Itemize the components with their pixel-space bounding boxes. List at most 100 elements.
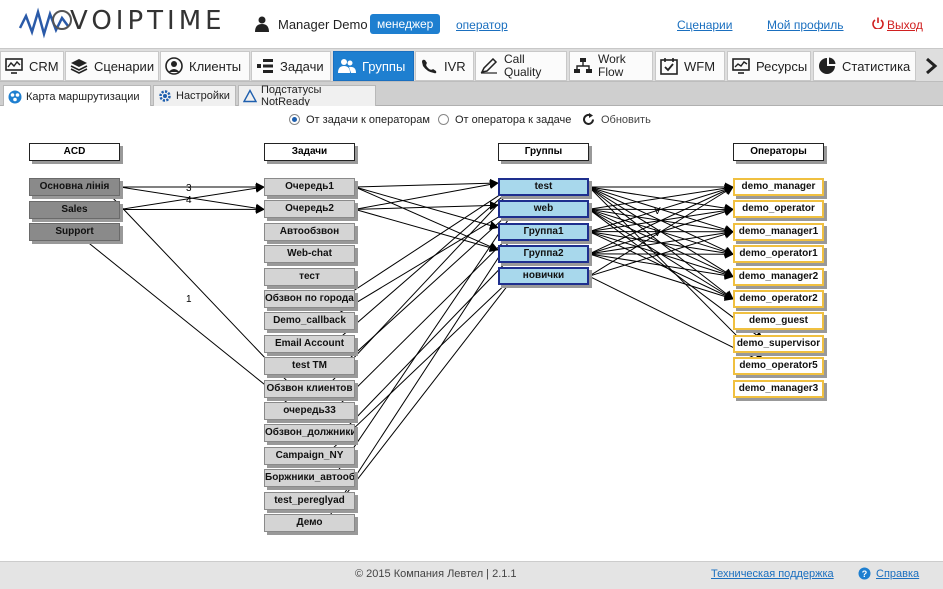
group-icon	[338, 57, 356, 75]
operator-node[interactable]: demo_operator5	[733, 357, 824, 376]
subtab-settings[interactable]: Настройки	[153, 85, 236, 106]
routing-edge	[588, 207, 734, 255]
routing-edge	[588, 231, 734, 258]
radio-operator-to-task[interactable]	[438, 114, 449, 125]
task-node[interactable]: тест	[264, 267, 355, 286]
routing-edge	[354, 178, 499, 188]
tab-tasks[interactable]: Задачи	[251, 51, 331, 81]
task-node[interactable]: Боржники_автообдзвін	[264, 469, 355, 488]
edge-label: V	[654, 228, 661, 239]
operator-node[interactable]: demo_manager2	[733, 267, 824, 286]
routing-edge	[354, 180, 499, 210]
tab-wfm[interactable]: WFM	[655, 51, 725, 81]
svg-text:?: ?	[862, 569, 868, 579]
subtab-label: Настройки	[176, 90, 230, 102]
task-node[interactable]: Campaign_NY	[264, 446, 355, 465]
routing-edge	[588, 208, 734, 300]
tab-call-quality[interactable]: Call Quality	[475, 51, 567, 81]
routing-edge	[332, 226, 519, 412]
direction-options: От задачи к операторам От оператора к за…	[0, 112, 943, 128]
subtab-routing-map[interactable]: Карта маршрутизации	[3, 85, 151, 107]
refresh-icon[interactable]	[582, 113, 595, 126]
tab-work-flow[interactable]: Work Flow	[569, 51, 653, 81]
edge-label: V	[654, 206, 661, 217]
tab-scenarios[interactable]: Сценарии	[65, 51, 159, 81]
task-node[interactable]: Demo_callback	[264, 312, 355, 331]
routing-edge	[588, 231, 734, 300]
tab-crm[interactable]: CRM	[0, 51, 64, 81]
tab-clients[interactable]: Клиенты	[160, 51, 250, 81]
group-node[interactable]: test	[498, 178, 589, 196]
operator-node[interactable]: demo_operator2	[733, 290, 824, 308]
task-node[interactable]: Демо	[264, 514, 355, 532]
routing-edge	[340, 249, 519, 434]
tab-label: Call Quality	[504, 52, 542, 79]
copyright: © 2015 Компания Левтел | 2.1.1	[355, 568, 517, 580]
routing-edge	[588, 253, 734, 301]
tab-label: Work Flow	[598, 52, 626, 79]
task-node[interactable]: test TM	[264, 357, 355, 376]
ivr-icon	[420, 57, 438, 75]
profile-link[interactable]: Мой профиль	[767, 18, 844, 32]
routing-edge	[588, 228, 734, 255]
group-node[interactable]: Группа2	[498, 244, 589, 263]
task-node[interactable]: Обзвон_должники	[264, 424, 355, 443]
task-node[interactable]: test_pereglyad	[264, 491, 355, 510]
app-header: VOIPTIME Manager Demo менеджер оператор …	[0, 0, 943, 48]
operator-node[interactable]: demo_operator1	[733, 245, 824, 264]
routing-edge	[340, 204, 519, 367]
help-icon[interactable]: ?	[858, 567, 871, 580]
sub-nav: Карта маршрутизации Настройки Подстатусы…	[0, 82, 943, 108]
power-icon[interactable]	[872, 17, 884, 29]
main-nav: CRM Сценарии Клиенты Задачи Группы IVR C…	[0, 48, 943, 82]
pie-icon	[818, 57, 836, 75]
tab-groups[interactable]: Группы	[333, 51, 414, 81]
tab-ivr[interactable]: IVR	[415, 51, 474, 81]
routing-edge	[588, 186, 734, 255]
group-node[interactable]: web	[498, 200, 589, 219]
acd-node[interactable]: Support	[29, 223, 120, 241]
operator-node[interactable]: demo_operator	[733, 200, 824, 219]
tab-label: Клиенты	[189, 58, 242, 74]
help-link[interactable]: Справка	[876, 568, 919, 580]
routing-edge	[354, 186, 499, 251]
role-operator-link[interactable]: оператор	[456, 18, 508, 32]
task-node[interactable]: Очередь2	[264, 200, 355, 219]
operator-node[interactable]: demo_manager3	[733, 379, 824, 398]
nav-scroll-right[interactable]	[918, 51, 943, 81]
task-node[interactable]: Очередь1	[264, 178, 355, 196]
task-node[interactable]: Email Account	[264, 334, 355, 353]
subtab-label: Карта маршрутизации	[26, 90, 140, 103]
operator-node[interactable]: demo_manager	[733, 178, 824, 196]
person-icon	[165, 57, 183, 75]
group-node[interactable]: новички	[498, 267, 589, 286]
routing-edge	[340, 271, 519, 501]
routing-edge	[354, 201, 499, 211]
refresh-button[interactable]: Обновить	[601, 114, 651, 126]
operator-node[interactable]: demo_manager1	[733, 222, 824, 241]
task-node[interactable]: очередь33	[264, 402, 355, 420]
support-link[interactable]: Техническая поддержка	[711, 568, 834, 580]
radio-task-to-operators[interactable]	[289, 114, 300, 125]
tab-statistics[interactable]: Статистика	[813, 51, 916, 81]
role-manager-badge[interactable]: менеджер	[370, 14, 441, 34]
settings-icon	[158, 89, 172, 103]
task-node[interactable]: Web-chat	[264, 245, 355, 264]
subtab-label: Подстатусы NotReady	[261, 84, 322, 108]
acd-node[interactable]: Основна лінія	[29, 178, 120, 196]
subtab-notready-substatus[interactable]: Подстатусы NotReady	[238, 84, 376, 108]
task-node[interactable]: Автообзвон	[264, 222, 355, 241]
acd-node[interactable]: Sales	[29, 200, 120, 219]
task-node[interactable]: Обзвон по городам	[264, 290, 355, 308]
tab-resources[interactable]: Ресурсы	[727, 51, 811, 81]
task-node[interactable]: Обзвон клиентов	[264, 379, 355, 398]
operator-node[interactable]: demo_supervisor	[733, 334, 824, 353]
tab-label: Группы	[362, 58, 406, 74]
triangle-icon	[243, 89, 257, 103]
workflow-icon	[574, 57, 592, 75]
operator-node[interactable]: demo_guest	[733, 312, 824, 331]
logout-link[interactable]: Выход	[887, 18, 923, 32]
routing-edge	[354, 208, 499, 253]
scenarios-link[interactable]: Сценарии	[677, 18, 732, 32]
group-node[interactable]: Группа1	[498, 222, 589, 241]
